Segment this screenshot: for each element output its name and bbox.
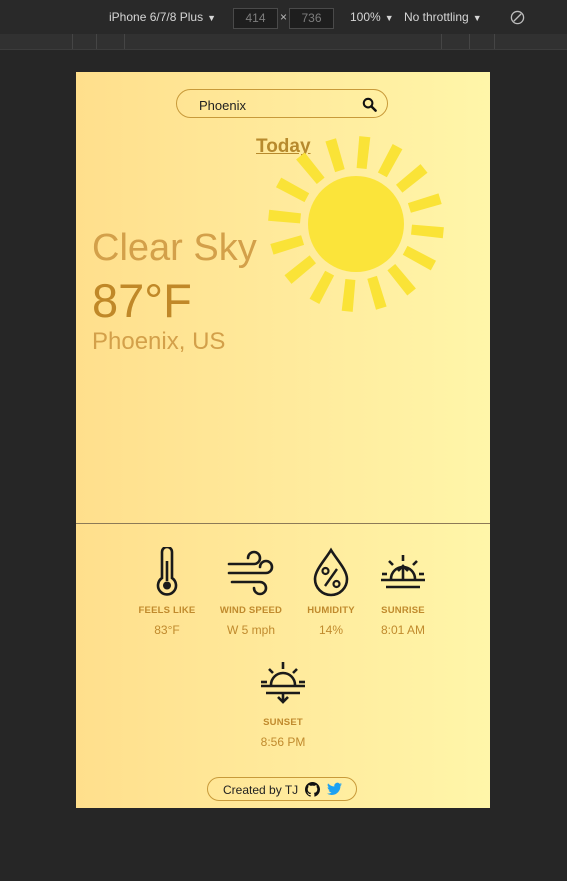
footer-credit: Created by TJ [223, 783, 299, 797]
media-query-ruler [0, 34, 567, 50]
thermometer-icon [156, 547, 178, 596]
sun-ray [296, 152, 325, 184]
sun-ray [396, 164, 428, 193]
rotate-icon[interactable] [510, 10, 525, 25]
sun-ray [407, 193, 442, 213]
chevron-down-icon: ▼ [384, 13, 394, 23]
stat-label: HUMIDITY [307, 605, 355, 616]
stat-feels-like: FEELS LIKE 83°F [127, 547, 207, 637]
sun-ray [367, 275, 387, 310]
stat-value: 83°F [154, 623, 180, 637]
stat-humidity: HUMIDITY 14% [291, 547, 371, 637]
github-icon[interactable] [305, 782, 320, 797]
sun-ray [325, 138, 345, 173]
sun-ray [402, 245, 436, 271]
throttling-label: No throttling [404, 10, 469, 24]
throttling-select[interactable]: No throttling ▼ [404, 10, 482, 24]
sunset-icon [261, 662, 305, 704]
device-select-label: iPhone 6/7/8 Plus [109, 10, 204, 24]
stat-label: FEELS LIKE [138, 605, 196, 616]
device-select[interactable]: iPhone 6/7/8 Plus ▼ [109, 10, 216, 24]
sun-ray [341, 279, 356, 312]
stat-sunset: SUNSET 8:56 PM [243, 659, 323, 749]
footer-credit-bar: Created by TJ [207, 777, 357, 801]
devtools-device-toolbar: iPhone 6/7/8 Plus ▼ 414 × 736 100% ▼ No th… [0, 0, 567, 34]
stat-value: 14% [318, 623, 344, 637]
stat-sunrise: SUNRISE 8:01 AM [363, 547, 443, 637]
stat-label: SUNRISE [381, 605, 425, 616]
viewport-height-input[interactable]: 736 [289, 8, 334, 29]
sun-ray [270, 235, 305, 255]
sun-ray [268, 209, 301, 224]
viewport-width-input[interactable]: 414 [233, 8, 278, 29]
dimension-separator: × [280, 10, 288, 24]
sun-ray [377, 144, 403, 178]
sun-ray [276, 177, 310, 203]
app-viewport: Today Clear Sky 87°F Phoenix, US FEELS L… [76, 72, 490, 808]
stat-label: SUNSET [263, 717, 303, 728]
sun-ray [356, 136, 371, 169]
sun-ray [284, 255, 316, 284]
clear-sky-sun-icon [268, 136, 444, 312]
zoom-select[interactable]: 100% ▼ [350, 10, 394, 24]
stat-value: 8:56 PM [260, 735, 306, 749]
stat-label: WIND SPEED [219, 605, 283, 616]
section-divider [76, 523, 490, 524]
search-bar [176, 89, 388, 118]
chevron-down-icon: ▼ [472, 13, 482, 23]
stat-value: 8:01 AM [380, 623, 426, 637]
chevron-down-icon: ▼ [207, 13, 216, 23]
stat-wind-speed: WIND SPEED W 5 mph [211, 547, 291, 637]
search-input[interactable] [197, 95, 361, 115]
wind-icon [227, 550, 274, 596]
current-temperature: 87°F [92, 274, 192, 327]
search-icon[interactable] [362, 97, 377, 112]
twitter-icon[interactable] [327, 782, 342, 796]
zoom-label: 100% [350, 10, 381, 24]
sun-ray [387, 264, 416, 296]
location-name: Phoenix, US [92, 328, 226, 355]
sun-ray [309, 270, 335, 304]
humidity-icon [313, 547, 349, 597]
stat-value: W 5 mph [226, 623, 275, 637]
weather-condition: Clear Sky [92, 227, 257, 269]
sunrise-icon [381, 555, 425, 589]
sun-ray [411, 224, 444, 239]
